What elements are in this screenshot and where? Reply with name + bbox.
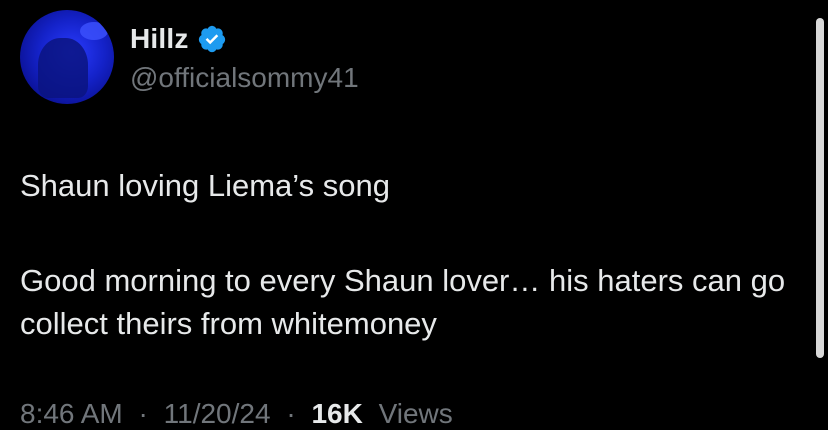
tweet-date[interactable]: 11/20/24 [164, 398, 271, 429]
verified-badge-icon [197, 24, 227, 54]
avatar-glow [80, 22, 108, 40]
tweet-card: Hillz @officialsommy41 Shaun loving Liem… [0, 0, 828, 429]
user-handle[interactable]: @officialsommy41 [130, 62, 359, 94]
tweet-meta: 8:46 AM · 11/20/24 · 16K Views [20, 398, 453, 430]
name-row: Hillz [130, 22, 359, 56]
avatar[interactable] [20, 10, 114, 104]
tweet-header: Hillz @officialsommy41 [130, 22, 359, 94]
tweet-text-line2: Good morning to every Shaun lover… his h… [20, 263, 786, 341]
display-name[interactable]: Hillz [130, 23, 189, 55]
views-count[interactable]: 16K [311, 398, 362, 429]
meta-separator: · [138, 398, 148, 429]
tweet-text-line1: Shaun loving Liema’s song [20, 168, 390, 203]
avatar-silhouette [38, 38, 88, 98]
views-label: Views [378, 398, 453, 429]
scrollbar[interactable] [816, 18, 824, 358]
tweet-time[interactable]: 8:46 AM [20, 398, 123, 429]
meta-separator-2: · [286, 398, 296, 429]
